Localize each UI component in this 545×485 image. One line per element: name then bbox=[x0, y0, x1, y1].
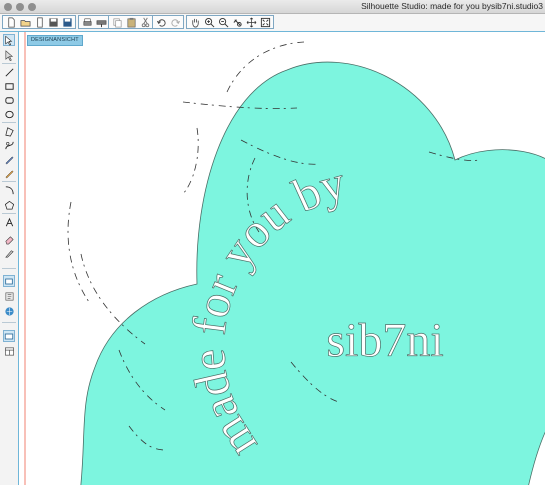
split-view-icon[interactable] bbox=[3, 345, 15, 357]
open-folder-icon[interactable] bbox=[19, 16, 31, 28]
regular-polygon-icon[interactable] bbox=[3, 199, 15, 211]
arc-icon[interactable] bbox=[3, 184, 15, 196]
line-icon[interactable] bbox=[3, 66, 15, 78]
toolbar-divider bbox=[2, 63, 16, 64]
fit-to-page-icon[interactable] bbox=[259, 16, 271, 28]
view-toolbar-group bbox=[186, 15, 274, 29]
point-edit-icon[interactable] bbox=[3, 49, 15, 61]
cut-icon[interactable] bbox=[139, 16, 151, 28]
main-toolbar bbox=[0, 14, 545, 32]
undo-icon[interactable] bbox=[155, 16, 167, 28]
move-arrows-icon[interactable] bbox=[245, 16, 257, 28]
new-document-icon[interactable] bbox=[5, 16, 17, 28]
ellipse-icon[interactable] bbox=[3, 108, 15, 120]
tool-sidebar bbox=[0, 32, 19, 485]
curve-icon[interactable] bbox=[3, 139, 15, 151]
title-bar: Silhouette Studio: made for you bysib7ni… bbox=[0, 0, 545, 14]
tab-design-view[interactable]: DESIGNANSICHT bbox=[27, 35, 83, 46]
edit-toolbar-group bbox=[108, 15, 154, 29]
page-view-icon[interactable] bbox=[3, 330, 15, 342]
zoom-window-button[interactable] bbox=[28, 3, 36, 11]
redo-icon[interactable] bbox=[169, 16, 181, 28]
zoom-in-icon[interactable] bbox=[203, 16, 215, 28]
zoom-out-icon[interactable] bbox=[217, 16, 229, 28]
minimize-window-button[interactable] bbox=[16, 3, 24, 11]
output-toolbar-group bbox=[78, 15, 110, 29]
select-arrow-icon[interactable] bbox=[3, 34, 15, 46]
send-to-cutter-icon[interactable] bbox=[95, 16, 107, 28]
smooth-freehand-icon[interactable] bbox=[3, 167, 15, 179]
window-title: Silhouette Studio: made for you bysib7ni… bbox=[361, 1, 543, 11]
toolbar-divider bbox=[2, 213, 16, 214]
print-icon[interactable] bbox=[81, 16, 93, 28]
zoom-select-icon[interactable] bbox=[231, 16, 243, 28]
copy-icon[interactable] bbox=[111, 16, 123, 28]
toolbar-divider bbox=[2, 122, 16, 123]
new-page-icon[interactable] bbox=[33, 16, 45, 28]
eraser-icon[interactable] bbox=[3, 233, 15, 245]
library-icon[interactable] bbox=[3, 290, 15, 302]
design-page-icon[interactable] bbox=[3, 275, 15, 287]
close-window-button[interactable] bbox=[4, 3, 12, 11]
toolbar-divider bbox=[2, 322, 16, 323]
rounded-rectangle-icon[interactable] bbox=[3, 94, 15, 106]
toolbar-divider bbox=[2, 181, 16, 182]
paste-icon[interactable] bbox=[125, 16, 137, 28]
flower-shape bbox=[80, 61, 545, 485]
design-artwork[interactable]: made for you by sib7ni bbox=[19, 32, 545, 485]
name-text: sib7ni bbox=[326, 314, 443, 367]
design-canvas[interactable]: made for you by sib7ni DESIGNANSICHT bbox=[19, 32, 545, 485]
history-toolbar-group bbox=[152, 15, 184, 29]
silhouette-store-icon[interactable] bbox=[3, 305, 15, 317]
save-icon[interactable] bbox=[47, 16, 59, 28]
freehand-icon[interactable] bbox=[3, 153, 15, 165]
rectangle-icon[interactable] bbox=[3, 80, 15, 92]
toolbar-divider bbox=[2, 268, 16, 269]
save-as-icon[interactable] bbox=[61, 16, 73, 28]
polygon-icon[interactable] bbox=[3, 125, 15, 137]
file-toolbar-group bbox=[2, 15, 76, 29]
pan-hand-icon[interactable] bbox=[189, 16, 201, 28]
text-icon[interactable] bbox=[3, 216, 15, 228]
knife-icon[interactable] bbox=[3, 247, 15, 259]
